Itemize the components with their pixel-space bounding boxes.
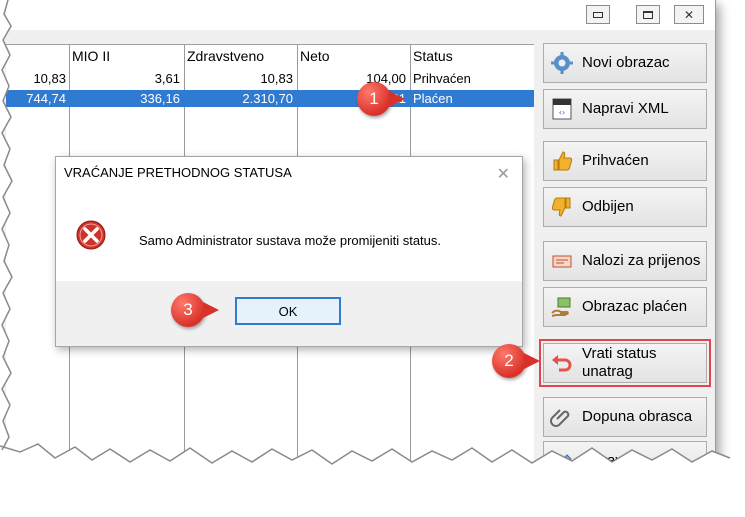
minimize-icon [593, 11, 603, 18]
ok-button[interactable]: OK [235, 297, 341, 325]
title-bar: ✕ [6, 0, 715, 30]
button-label: Nalozi za prijenos [582, 252, 701, 269]
dialog-title: VRAĆANJE PRETHODNOG STATUSA [56, 157, 522, 189]
button-label: Dopuna obrasca [582, 408, 693, 425]
cell-mio: 336,16 [140, 91, 180, 106]
button-label: Prihvaćen [582, 152, 649, 169]
column-header-zdravstveno[interactable]: Zdravstveno [187, 48, 264, 64]
money-hand-icon [550, 295, 574, 319]
cell-status: Prihvaćen [413, 71, 471, 86]
form-paid-button[interactable]: Obrazac plaćen [543, 287, 707, 327]
dialog-message: Samo Administrator sustava može promijen… [139, 233, 442, 248]
callout-marker-2: 2 [492, 344, 540, 378]
button-label: Vrati status unatrag [582, 345, 657, 380]
maximize-icon [643, 10, 653, 19]
button-label: Novi obrazac [582, 54, 670, 71]
cell-first: 10,83 [33, 71, 66, 86]
new-form-button[interactable]: Novi obrazac [543, 43, 707, 83]
revert-status-dialog: VRAĆANJE PRETHODNOG STATUSA ✕ Samo Admin… [55, 156, 523, 347]
gear-icon [550, 51, 574, 75]
thumbs-up-icon [550, 149, 574, 173]
dialog-body: Samo Administrator sustava može promijen… [56, 189, 522, 281]
maximize-button[interactable] [636, 5, 660, 24]
close-icon: ✕ [683, 7, 695, 22]
accepted-button[interactable]: Prihvaćen [543, 141, 707, 181]
correction-button[interactable]: Ispravak [543, 441, 707, 470]
thumbs-down-icon [550, 195, 574, 219]
column-header-status[interactable]: Status [413, 48, 453, 64]
app-window: ✕ MIO II Zdravstveno Neto Status 10,83 3… [6, 0, 716, 470]
paperclip-icon [550, 405, 574, 429]
button-label: Napravi XML [582, 100, 669, 117]
svg-text:‹›: ‹› [559, 108, 565, 117]
revert-status-button[interactable]: Vrati status unatrag [539, 339, 711, 387]
column-header-mio-ii[interactable]: MIO II [72, 48, 110, 64]
button-label: Obrazac plaćen [582, 298, 688, 315]
payment-order-icon [550, 249, 574, 273]
cell-first: 744,74 [26, 91, 66, 106]
callout-marker-1: 1 [357, 82, 405, 116]
minimize-button[interactable] [586, 5, 610, 24]
error-icon [75, 219, 107, 251]
cell-neto: 104,00 [366, 71, 406, 86]
make-xml-button[interactable]: ‹› Napravi XML [543, 89, 707, 129]
table-row-selected[interactable]: 744,74 336,16 2.310,70 21 Plaćen [6, 90, 534, 107]
correction-icon [550, 449, 574, 470]
payment-orders-button[interactable]: Nalozi za prijenos [543, 241, 707, 281]
grid-header: MIO II Zdravstveno Neto Status [6, 45, 534, 67]
dialog-close-icon[interactable]: ✕ [497, 164, 510, 184]
column-header-neto[interactable]: Neto [300, 48, 330, 64]
button-label: Odbijen [582, 198, 634, 215]
table-row[interactable]: 10,83 3,61 10,83 104,00 Prihvaćen [6, 70, 534, 87]
cell-zdravstveno: 2.310,70 [242, 91, 293, 106]
rejected-button[interactable]: Odbijen [543, 187, 707, 227]
callout-marker-3: 3 [171, 293, 219, 327]
form-supplement-button[interactable]: Dopuna obrasca [543, 397, 707, 437]
close-window-button[interactable]: ✕ [674, 5, 704, 24]
button-label: Ispravak [582, 452, 639, 469]
cell-zdravstveno: 10,83 [260, 71, 293, 86]
cell-status: Plaćen [413, 91, 453, 106]
undo-arrow-icon [550, 351, 574, 375]
xml-file-icon: ‹› [550, 97, 574, 121]
cell-mio: 3,61 [154, 71, 180, 86]
